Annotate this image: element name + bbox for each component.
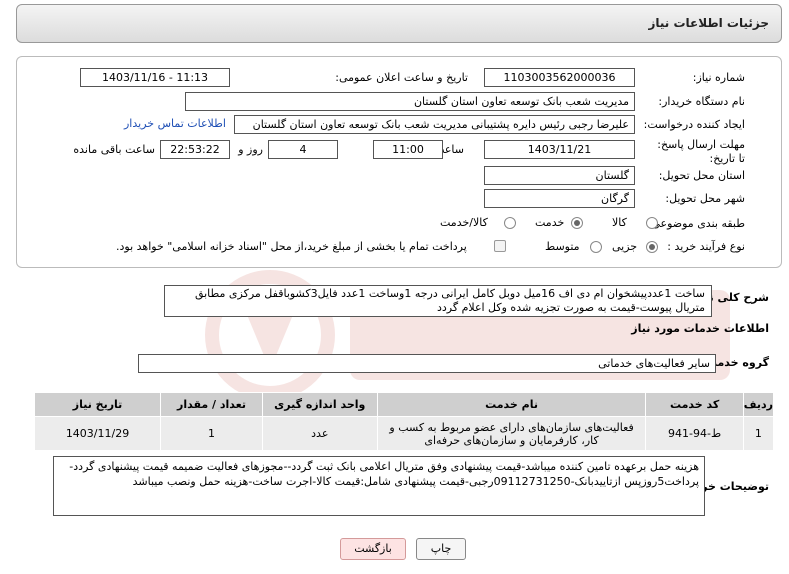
process-radio-medium[interactable] <box>590 241 602 253</box>
buyer-org-label: نام دستگاه خریدار: <box>658 95 745 108</box>
col-date: تاریخ نیاز <box>33 392 162 417</box>
deadline-date-field: 1403/11/21 <box>484 140 635 159</box>
category-option-goods: کالا <box>612 216 627 229</box>
treasury-note: پرداخت تمام یا بخشی از مبلغ خرید،از محل … <box>116 240 467 253</box>
category-radio-goods-service[interactable] <box>504 217 516 229</box>
page-header: جزئیات اطلاعات نیاز <box>16 4 782 43</box>
service-group-field: سایر فعالیت‌های خدماتی <box>138 354 716 373</box>
process-option-minor: جزیی <box>612 240 638 253</box>
general-desc-field: ساخت 1عددپیشخوان ام دی اف 16میل دوبل کام… <box>164 285 712 317</box>
col-unit: واحد اندازه گیری <box>261 392 378 417</box>
row-qty: 1 <box>160 416 263 451</box>
category-radio-service[interactable] <box>571 217 583 229</box>
row-code: ط-94-941 <box>645 416 744 451</box>
page-title: جزئیات اطلاعات نیاز <box>648 16 769 30</box>
city-field: گرگان <box>484 189 635 208</box>
row-index: 1 <box>742 416 775 451</box>
treasury-checkbox[interactable] <box>494 240 506 252</box>
province-label: استان محل تحویل: <box>658 169 745 182</box>
col-code: کد خدمت <box>645 392 744 417</box>
days-label: روز و <box>238 143 263 156</box>
process-label: نوع فرآیند خرید : <box>667 240 745 253</box>
province-field: گلستان <box>484 166 635 185</box>
deadline-time-field: 11:00 <box>373 140 443 159</box>
creator-field: علیرضا رجبی رئیس دایره پشتیبانی مدیریت ش… <box>234 115 635 134</box>
deadline-label: مهلت ارسال پاسخ: تا تاریخ: <box>657 138 745 165</box>
creator-label: ایجاد کننده درخواست: <box>643 118 745 131</box>
category-label: طبقه بندی موضوعی: <box>647 217 745 230</box>
services-section-title: اطلاعات خدمات مورد نیاز <box>631 322 769 335</box>
announce-datetime-field: 1403/11/16 - 11:13 <box>80 68 230 87</box>
row-name: فعالیت‌های سازمان‌های دارای عضو مربوط به… <box>376 416 647 451</box>
table-row: 1 ط-94-941 فعالیت‌های سازمان‌های دارای ع… <box>33 416 775 451</box>
need-number-label: شماره نیاز: <box>692 71 745 84</box>
print-button[interactable]: چاپ <box>416 538 466 560</box>
process-option-medium: متوسط <box>545 240 580 253</box>
buyer-contact-link[interactable]: اطلاعات تماس خریدار <box>124 117 226 130</box>
buyer-notes-field: هزینه حمل برعهده تامین کننده میباشد-قیمت… <box>53 456 705 516</box>
announce-label: تاریخ و ساعت اعلان عمومی: <box>335 71 468 84</box>
need-number-field: 1103003562000036 <box>484 68 635 87</box>
row-unit: عدد <box>261 416 378 451</box>
row-date: 1403/11/29 <box>33 416 162 451</box>
category-option-service: خدمت <box>535 216 565 229</box>
col-row: ردیف <box>742 392 775 417</box>
process-radio-minor[interactable] <box>646 241 658 253</box>
remaining-time-field: 22:53:22 <box>160 140 230 159</box>
city-label: شهر محل تحویل: <box>665 192 745 205</box>
buyer-org-field: مدیریت شعب بانک توسعه تعاون استان گلستان <box>185 92 635 111</box>
category-option-goods-service: کالا/خدمت <box>440 216 488 229</box>
remaining-days-field: 4 <box>268 140 338 159</box>
category-radio-goods[interactable] <box>646 217 658 229</box>
col-qty: تعداد / مقدار <box>160 392 263 417</box>
services-table: ردیف کد خدمت نام خدمت واحد اندازه گیری ت… <box>33 392 775 451</box>
services-table-header: ردیف کد خدمت نام خدمت واحد اندازه گیری ت… <box>33 392 775 417</box>
back-button[interactable]: بازگشت <box>340 538 406 560</box>
col-name: نام خدمت <box>376 392 647 417</box>
remaining-label: ساعت باقی مانده <box>73 143 155 156</box>
